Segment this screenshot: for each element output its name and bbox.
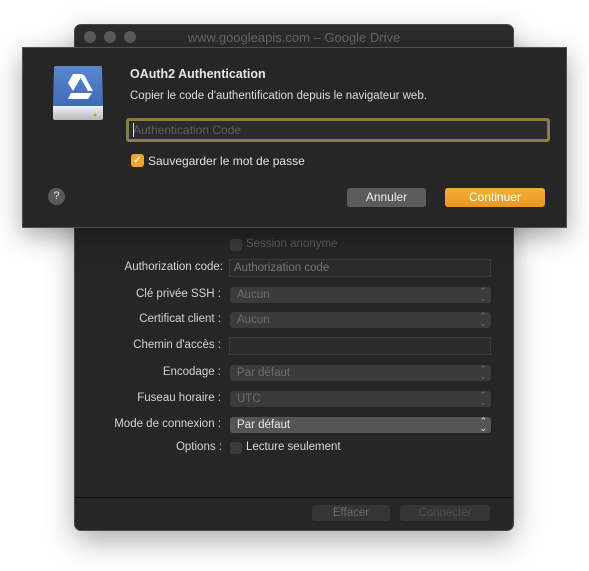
encoding-row: Encodage : Par défaut ⌃ ⌄ [75,364,513,384]
sheet-title: OAuth2 Authentication [130,67,266,81]
client-cert-value: Aucun [237,314,270,326]
text-caret [133,123,134,137]
window-title: www.googleapis.com – Google Drive [187,30,401,45]
checkmark-icon: ✓ [133,155,142,166]
authentication-code-placeholder: Authentication Code [133,123,242,137]
anonymous-session-label: Session anonyme [246,238,338,250]
updown-chevron-icon: ⌃ ⌄ [479,311,487,328]
connect-mode-popup[interactable]: Par défaut ⌃ ⌄ [230,417,491,433]
read-only-label: Lecture seulement [246,441,341,453]
connect-mode-value: Par défaut [237,419,291,431]
options-label: Options : [175,441,222,453]
client-cert-row: Certificat client : Aucun ⌃ ⌄ [75,311,513,331]
save-password-label: Sauvegarder le mot de passe [148,154,305,168]
sheet-message: Copier le code d'authentification depuis… [130,90,427,102]
authorization-code-label: Authorization code: [124,261,223,273]
ssh-key-popup[interactable]: Aucun ⌃ ⌄ [230,287,491,303]
path-label: Chemin d'accès : [133,339,221,351]
continue-button[interactable]: Continuer [445,188,545,207]
updown-chevron-icon: ⌃ ⌄ [479,416,487,433]
timezone-value: UTC [237,393,261,405]
question-mark-icon: ? [53,190,60,202]
footer-divider [75,497,513,498]
authentication-code-input[interactable]: Authentication Code [126,118,550,142]
help-button[interactable]: ? [48,188,65,205]
updown-chevron-icon: ⌃ ⌄ [479,286,487,303]
options-row: Options : Lecture seulement [75,439,513,459]
client-cert-label: Certificat client : [139,313,221,325]
timezone-popup[interactable]: UTC ⌃ ⌄ [230,391,491,407]
updown-chevron-icon: ⌃ ⌄ [479,390,487,407]
oauth-sheet: OAuth2 Authentication Copier le code d'a… [22,47,567,228]
encoding-popup[interactable]: Par défaut ⌃ ⌄ [230,365,491,381]
ssh-key-value: Aucun [237,289,270,301]
authorization-code-field[interactable] [229,259,491,277]
google-drive-disk-icon [53,66,103,120]
path-field[interactable] [229,337,491,355]
save-password-checkbox[interactable]: ✓ [131,154,144,167]
client-cert-popup[interactable]: Aucun ⌃ ⌄ [230,312,491,328]
connect-mode-row: Mode de connexion : Par défaut ⌃ ⌄ [75,416,513,436]
connect-mode-label: Mode de connexion : [114,418,221,430]
cancel-button[interactable]: Annuler [347,188,426,207]
encoding-label: Encodage : [162,366,221,378]
encoding-value: Par défaut [237,367,291,379]
updown-chevron-icon: ⌃ ⌄ [479,364,487,381]
anonymous-session-checkbox[interactable] [230,239,242,251]
timezone-label: Fuseau horaire : [137,392,221,404]
ssh-key-row: Clé privée SSH : Aucun ⌃ ⌄ [75,286,513,306]
clear-button[interactable]: Effacer [312,505,390,521]
connect-button[interactable]: Connecter [400,505,490,521]
read-only-checkbox[interactable] [230,442,242,454]
authorization-code-row: Authorization code: [75,259,513,279]
ssh-key-label: Clé privée SSH : [135,288,221,300]
path-row: Chemin d'accès : [75,337,513,357]
timezone-row: Fuseau horaire : UTC ⌃ ⌄ [75,390,513,410]
